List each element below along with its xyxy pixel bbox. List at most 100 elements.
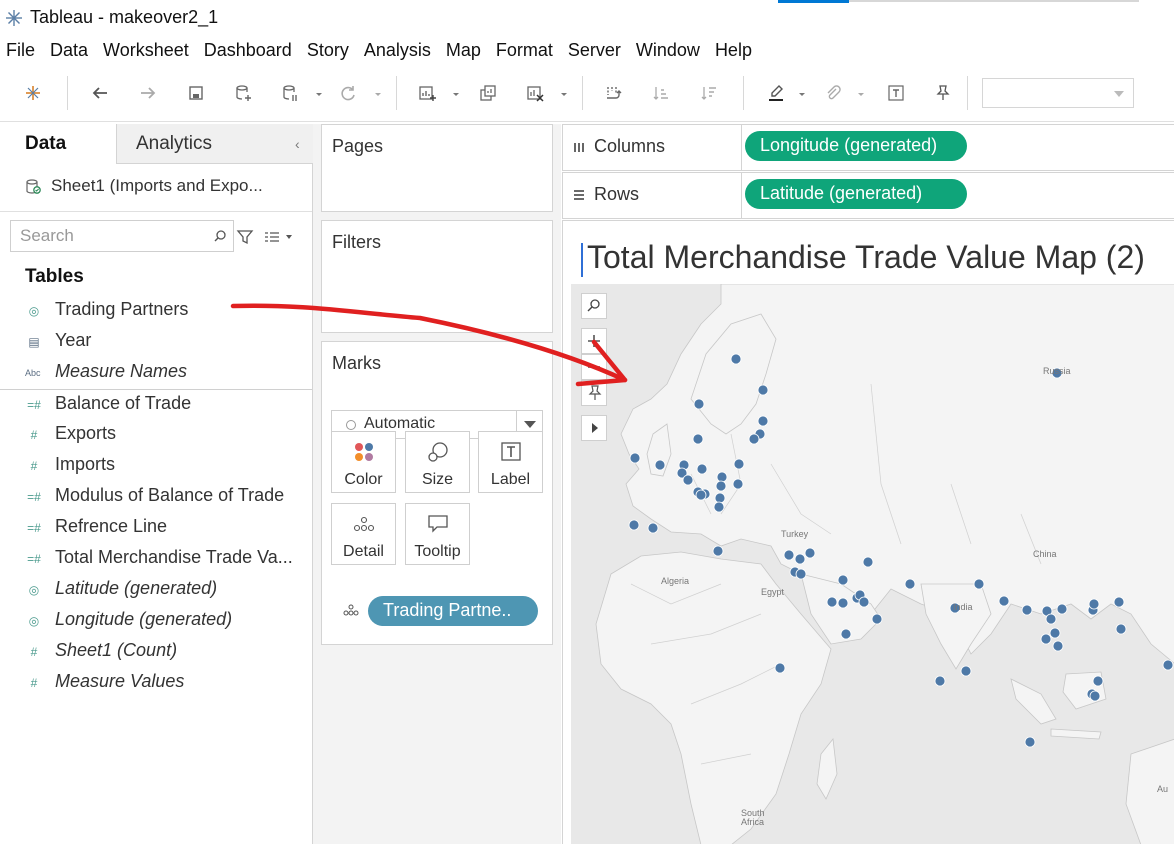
menu-file[interactable]: File: [6, 40, 35, 61]
trading-partner-dot[interactable]: [692, 433, 704, 445]
trading-partner-dot[interactable]: [934, 675, 946, 687]
menu-window[interactable]: Window: [636, 40, 700, 61]
field-item[interactable]: # Sheet1 (Count): [0, 637, 312, 668]
trading-partner-dot[interactable]: [783, 549, 795, 561]
trading-partner-dot[interactable]: [998, 595, 1010, 607]
collapse-pane-icon[interactable]: ‹: [295, 136, 300, 152]
longitude-pill[interactable]: Longitude (generated): [745, 131, 967, 161]
trading-partner-dot[interactable]: [774, 662, 786, 674]
trading-partner-dot[interactable]: [647, 522, 659, 534]
pages-shelf[interactable]: Pages: [321, 124, 553, 212]
chevron-down-icon[interactable]: [857, 90, 865, 98]
fit-dropdown[interactable]: [982, 78, 1134, 108]
menu-format[interactable]: Format: [496, 40, 553, 61]
trading-partner-dot[interactable]: [732, 478, 744, 490]
trading-partner-dot[interactable]: [712, 545, 724, 557]
trading-partner-dot[interactable]: [871, 613, 883, 625]
duplicate-sheet-icon[interactable]: [475, 80, 501, 106]
trading-partner-dot[interactable]: [858, 596, 870, 608]
trading-partner-dot[interactable]: [794, 553, 806, 565]
filters-shelf[interactable]: Filters: [321, 220, 553, 333]
field-item[interactable]: # Measure Values: [0, 668, 312, 699]
trading-partner-dot[interactable]: [695, 489, 707, 501]
latitude-pill[interactable]: Latitude (generated): [745, 179, 967, 209]
trading-partner-dot[interactable]: [716, 471, 728, 483]
trading-partner-dot[interactable]: [837, 597, 849, 609]
tab-data[interactable]: Data: [0, 124, 117, 164]
expand-toolbar-button[interactable]: [581, 415, 607, 441]
new-data-source-icon[interactable]: [230, 80, 256, 106]
trading-partner-dot[interactable]: [1056, 603, 1068, 615]
menu-server[interactable]: Server: [568, 40, 621, 61]
size-button[interactable]: Size: [405, 431, 470, 493]
trading-partner-dot[interactable]: [1024, 736, 1036, 748]
trading-partner-dot[interactable]: [795, 568, 807, 580]
trading-partner-dot[interactable]: [730, 353, 742, 365]
rows-shelf[interactable]: Rows Latitude (generated): [562, 172, 1174, 219]
field-item[interactable]: ◎ Latitude (generated): [0, 575, 312, 606]
trading-partner-dot[interactable]: [826, 596, 838, 608]
trading-partner-dot[interactable]: [1088, 598, 1100, 610]
trading-partner-dot[interactable]: [629, 452, 641, 464]
field-item[interactable]: ◎ Trading Partners: [0, 296, 312, 327]
trading-partners-detail-pill[interactable]: Trading Partne..: [368, 596, 538, 626]
trading-partner-dot[interactable]: [1052, 640, 1064, 652]
field-item[interactable]: Abc Measure Names: [0, 358, 312, 389]
field-item[interactable]: =# Modulus of Balance of Trade: [0, 482, 312, 513]
menu-map[interactable]: Map: [446, 40, 481, 61]
trading-partner-dot[interactable]: [1049, 627, 1061, 639]
trading-partner-dot[interactable]: [973, 578, 985, 590]
pause-updates-icon[interactable]: [277, 80, 303, 106]
search-icon[interactable]: [213, 229, 227, 243]
map-search-button[interactable]: [581, 293, 607, 319]
chevron-down-icon[interactable]: [452, 90, 460, 98]
trading-partner-dot[interactable]: [713, 501, 725, 513]
trading-partner-dot[interactable]: [757, 415, 769, 427]
group-members-icon[interactable]: [819, 80, 845, 106]
undo-icon[interactable]: [87, 80, 113, 106]
label-button[interactable]: Label: [478, 431, 543, 493]
trading-partner-dot[interactable]: [733, 458, 745, 470]
trading-partner-dot[interactable]: [757, 384, 769, 396]
trading-partner-dot[interactable]: [1115, 623, 1127, 635]
clear-sheet-icon[interactable]: [522, 80, 548, 106]
trading-partner-dot[interactable]: [714, 492, 726, 504]
chevron-down-icon[interactable]: [560, 90, 568, 98]
field-item[interactable]: ▤ Year: [0, 327, 312, 358]
filter-icon[interactable]: [236, 228, 254, 246]
pin-map-button[interactable]: [581, 380, 607, 406]
trading-partner-dot[interactable]: [960, 665, 972, 677]
field-item[interactable]: =# Refrence Line: [0, 513, 312, 544]
zoom-out-button[interactable]: [581, 354, 607, 380]
zoom-in-button[interactable]: [581, 328, 607, 354]
trading-partner-dot[interactable]: [1092, 675, 1104, 687]
trading-partner-dot[interactable]: [1045, 613, 1057, 625]
refresh-icon[interactable]: [335, 80, 361, 106]
trading-partner-dot[interactable]: [748, 433, 760, 445]
view-title[interactable]: Total Merchandise Trade Value Map (2): [587, 239, 1145, 276]
trading-partner-dot[interactable]: [696, 463, 708, 475]
trading-partner-dot[interactable]: [840, 628, 852, 640]
trading-partner-dot[interactable]: [804, 547, 816, 559]
color-button[interactable]: Color: [331, 431, 396, 493]
sort-descending-icon[interactable]: [696, 80, 722, 106]
chevron-down-icon[interactable]: [315, 90, 323, 98]
trading-partner-dot[interactable]: [1021, 604, 1033, 616]
field-item[interactable]: =# Balance of Trade: [0, 389, 312, 420]
field-item[interactable]: =# Total Merchandise Trade Va...: [0, 544, 312, 575]
menu-dashboard[interactable]: Dashboard: [204, 40, 292, 61]
pin-icon[interactable]: [929, 80, 955, 106]
menu-worksheet[interactable]: Worksheet: [103, 40, 189, 61]
tab-analytics[interactable]: Analytics: [117, 124, 313, 164]
swap-rows-columns-icon[interactable]: [600, 80, 626, 106]
columns-shelf[interactable]: Columns Longitude (generated): [562, 124, 1174, 171]
chevron-down-icon[interactable]: [798, 90, 806, 98]
search-input[interactable]: [11, 221, 211, 251]
menu-help[interactable]: Help: [715, 40, 752, 61]
trading-partner-dot[interactable]: [1162, 659, 1174, 671]
trading-partner-dot[interactable]: [628, 519, 640, 531]
field-item[interactable]: ◎ Longitude (generated): [0, 606, 312, 637]
sort-ascending-icon[interactable]: [648, 80, 674, 106]
detail-button[interactable]: Detail: [331, 503, 396, 565]
trading-partner-dot[interactable]: [904, 578, 916, 590]
